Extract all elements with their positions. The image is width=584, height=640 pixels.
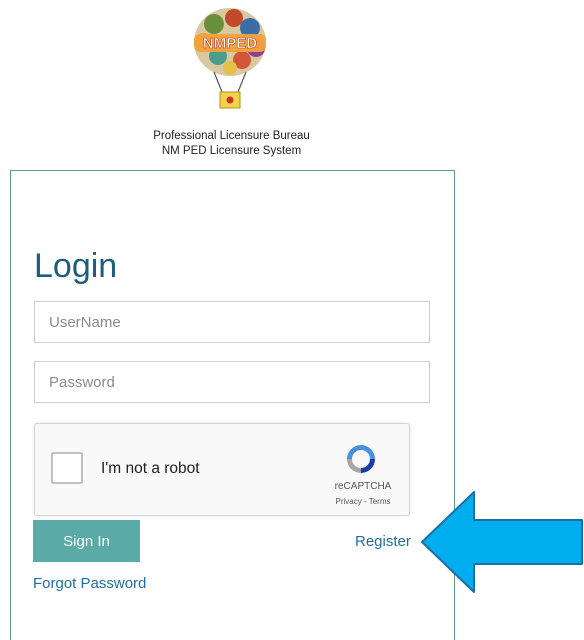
recaptcha-terms-link[interactable]: Privacy - Terms [315,497,411,506]
forgot-password-link[interactable]: Forgot Password [33,575,146,592]
register-link[interactable]: Register [355,533,411,550]
recaptcha-logo-icon [347,445,375,473]
recaptcha-widget: I'm not a robot reCAPTCHA Privacy - Term… [34,423,410,516]
logo-text: NMPED [203,35,257,52]
nmped-logo: NMPED [194,8,266,109]
system-name: NM PED Licensure System [161,145,302,157]
login-card [10,170,455,640]
recaptcha-checkbox[interactable] [51,452,83,484]
password-input[interactable] [34,361,430,403]
recaptcha-label: I'm not a robot [101,460,200,477]
page-title: Login [34,247,118,285]
blue-arrow-pointing-left-icon [421,491,583,593]
username-input[interactable] [34,301,430,343]
recaptcha-brand: reCAPTCHA [334,481,392,492]
sign-in-button[interactable]: Sign In [33,520,140,562]
org-name: Professional Licensure Bureau [153,130,310,142]
